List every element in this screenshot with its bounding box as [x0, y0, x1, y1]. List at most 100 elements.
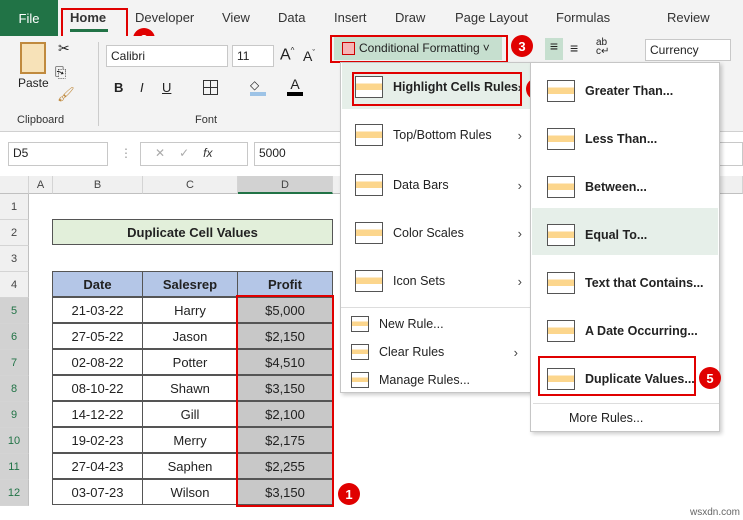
- table-cell[interactable]: Saphen: [142, 453, 238, 479]
- format-painter-icon[interactable]: 🖌: [57, 86, 75, 103]
- color-scales-icon: [355, 222, 383, 244]
- row-header[interactable]: 9: [0, 402, 29, 428]
- table-cell[interactable]: 19-02-23: [52, 427, 143, 453]
- tab-insert[interactable]: Insert: [334, 10, 367, 25]
- number-format-select[interactable]: Currency: [645, 39, 731, 61]
- table-cell[interactable]: Harry: [142, 297, 238, 323]
- wrap-text-icon[interactable]: ab c↵: [596, 38, 609, 57]
- table-header[interactable]: Salesrep: [142, 271, 238, 297]
- row-header[interactable]: 3: [0, 246, 29, 272]
- column-header-a[interactable]: A: [29, 176, 53, 194]
- cf-menu-label: Icon Sets: [393, 274, 446, 288]
- cancel-icon[interactable]: ✕: [155, 146, 179, 160]
- table-cell[interactable]: 14-12-22: [52, 401, 143, 427]
- table-cell[interactable]: Merry: [142, 427, 238, 453]
- table-cell[interactable]: Gill: [142, 401, 238, 427]
- paste-icon[interactable]: [20, 42, 46, 74]
- new-rule-icon: [351, 316, 369, 332]
- row-header[interactable]: 6: [0, 324, 29, 350]
- column-header-c[interactable]: C: [143, 176, 238, 194]
- row-header[interactable]: 11: [0, 454, 29, 480]
- cf-menu-label: Clear Rules: [379, 345, 445, 359]
- submenu-label: A Date Occurring...: [585, 324, 698, 338]
- select-all[interactable]: [0, 176, 29, 194]
- formula-buttons: ✕✓fx: [140, 142, 248, 166]
- fill-color-icon[interactable]: ◇: [250, 78, 266, 96]
- tab-draw[interactable]: Draw: [395, 10, 425, 25]
- submenu-item[interactable]: Less Than...: [547, 126, 717, 152]
- tab-review[interactable]: Review: [667, 10, 710, 25]
- enter-icon[interactable]: ✓: [179, 146, 203, 160]
- more-rules-item[interactable]: More Rules...: [569, 409, 709, 427]
- submenu-item[interactable]: Between...: [547, 174, 717, 200]
- sheet-title[interactable]: Duplicate Cell Values: [52, 219, 333, 245]
- cf-menu-item[interactable]: Clear Rules ›: [351, 343, 526, 361]
- row-header[interactable]: 12: [0, 480, 29, 506]
- name-box[interactable]: D5: [8, 142, 108, 166]
- cf-menu-item[interactable]: Color Scales ›: [355, 221, 530, 245]
- cf-menu-item[interactable]: Manage Rules...: [351, 371, 526, 389]
- font-name-select[interactable]: Calibri: [106, 45, 228, 67]
- submenu-item[interactable]: Equal To...: [547, 222, 717, 248]
- column-header-d[interactable]: D: [238, 176, 333, 194]
- cf-menu-item[interactable]: New Rule...: [351, 315, 526, 333]
- table-cell[interactable]: Jason: [142, 323, 238, 349]
- column-header-b[interactable]: B: [53, 176, 143, 194]
- tab-developer[interactable]: Developer: [135, 10, 194, 25]
- italic-button[interactable]: I: [140, 80, 144, 95]
- cut-icon[interactable]: ✂: [58, 40, 70, 57]
- tab-view[interactable]: View: [222, 10, 250, 25]
- cf-menu-label: Manage Rules...: [379, 373, 471, 387]
- font-color-icon[interactable]: A: [287, 76, 303, 96]
- increase-font-icon[interactable]: A^: [280, 46, 294, 64]
- submenu-item[interactable]: Greater Than...: [547, 78, 717, 104]
- borders-icon[interactable]: [203, 80, 218, 95]
- cf-menu-item[interactable]: Data Bars ›: [355, 173, 530, 197]
- tab-file[interactable]: File: [0, 0, 58, 36]
- table-cell[interactable]: Shawn: [142, 375, 238, 401]
- cf-menu-label: Top/Bottom Rules: [393, 128, 492, 142]
- copy-icon[interactable]: ⎘: [55, 64, 66, 81]
- decrease-font-icon[interactable]: Aˇ: [303, 48, 315, 64]
- row-header[interactable]: 5: [0, 298, 29, 324]
- chevron-right-icon: ›: [513, 344, 518, 360]
- row-header[interactable]: 10: [0, 428, 29, 454]
- row-header[interactable]: 1: [0, 194, 29, 220]
- paste-label[interactable]: Paste: [18, 76, 49, 90]
- center-align-icon[interactable]: ≡: [545, 38, 563, 60]
- submenu-label: Between...: [585, 180, 647, 194]
- row-header[interactable]: 2: [0, 220, 29, 246]
- table-header[interactable]: Date: [52, 271, 143, 297]
- bold-button[interactable]: B: [114, 80, 123, 95]
- font-size-select[interactable]: 11: [232, 45, 274, 67]
- row-header[interactable]: 4: [0, 272, 29, 298]
- fx-icon[interactable]: fx: [203, 146, 212, 160]
- row-header[interactable]: 7: [0, 350, 29, 376]
- step-badge-3: 3: [511, 35, 533, 57]
- cf-menu-item[interactable]: Top/Bottom Rules ›: [355, 123, 530, 147]
- submenu-item[interactable]: Text that Contains...: [547, 270, 717, 296]
- submenu-item[interactable]: A Date Occurring...: [547, 318, 717, 344]
- tab-formulas[interactable]: Formulas: [556, 10, 610, 25]
- table-cell[interactable]: 02-08-22: [52, 349, 143, 375]
- chevron-right-icon: ›: [517, 177, 522, 193]
- cf-menu-item[interactable]: Icon Sets ›: [355, 269, 530, 293]
- table-cell[interactable]: 03-07-23: [52, 479, 143, 505]
- tab-page-layout[interactable]: Page Layout: [455, 10, 528, 25]
- step-badge-1: 1: [338, 483, 360, 505]
- divider: [98, 42, 99, 126]
- group-clipboard: Clipboard: [17, 114, 65, 126]
- underline-button[interactable]: U: [162, 80, 171, 95]
- chevron-right-icon: ›: [517, 127, 522, 143]
- table-cell[interactable]: Potter: [142, 349, 238, 375]
- tab-data[interactable]: Data: [278, 10, 305, 25]
- row-header[interactable]: 8: [0, 376, 29, 402]
- table-cell[interactable]: 27-04-23: [52, 453, 143, 479]
- table-cell[interactable]: 21-03-22: [52, 297, 143, 323]
- table-cell[interactable]: Wilson: [142, 479, 238, 505]
- table-header[interactable]: Profit: [237, 271, 333, 297]
- align-bottom-icon[interactable]: ≡: [570, 40, 578, 56]
- table-cell[interactable]: 08-10-22: [52, 375, 143, 401]
- chevron-right-icon: ›: [517, 273, 522, 289]
- table-cell[interactable]: 27-05-22: [52, 323, 143, 349]
